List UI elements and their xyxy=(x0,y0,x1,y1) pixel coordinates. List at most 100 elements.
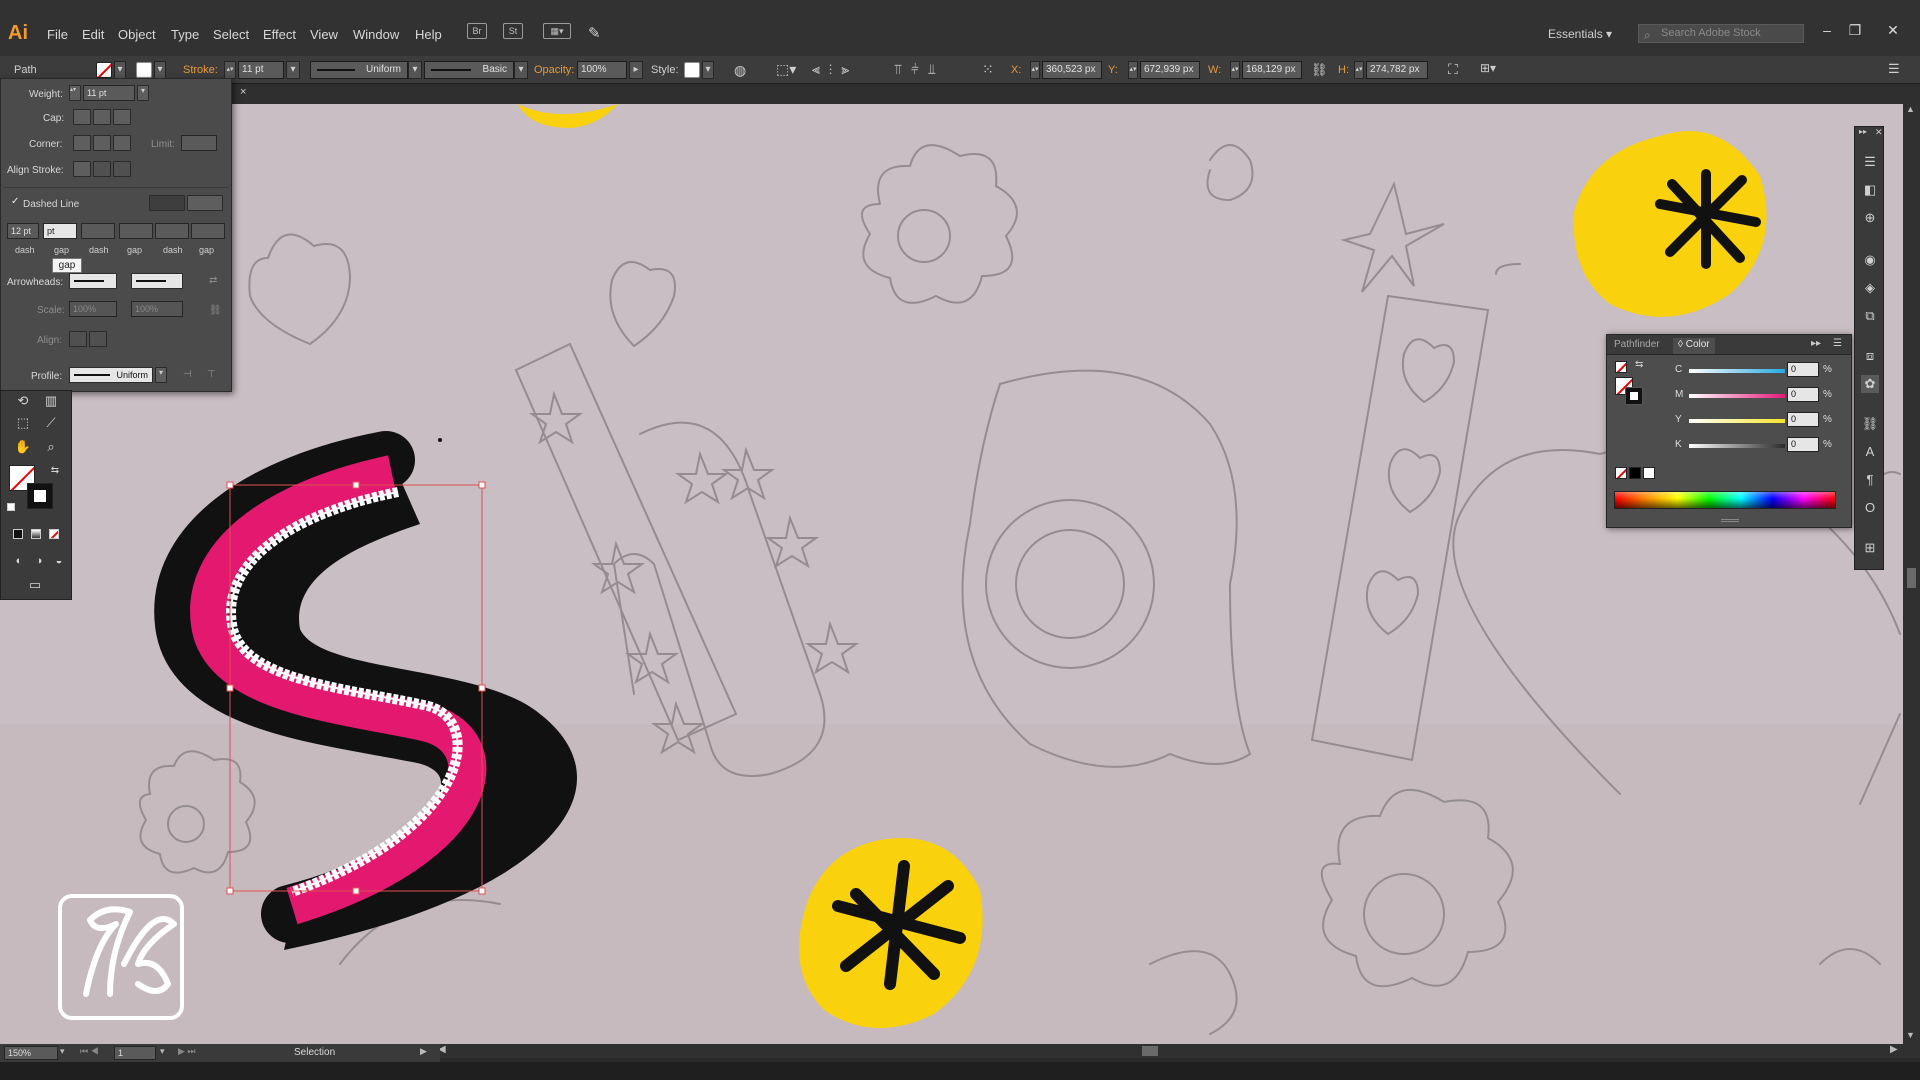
swap-colors-icon[interactable]: ⇆ xyxy=(1635,359,1643,370)
align-horizontal-icons[interactable]: ⫷⫶⫸ xyxy=(812,61,858,78)
zoom-tool-icon[interactable]: ⌕ xyxy=(41,437,61,457)
y-stepper[interactable]: ▴▾ xyxy=(1128,61,1138,79)
x-field[interactable]: 360,523 px xyxy=(1042,61,1102,79)
y-field[interactable]: 672,939 px xyxy=(1140,61,1200,79)
weight-stepper[interactable]: ▴▾ xyxy=(69,85,81,101)
arrange-documents-icon[interactable]: ▦▾ xyxy=(543,23,571,39)
dashed-line-checkbox[interactable]: ✓ xyxy=(11,197,21,207)
width-stepper[interactable]: ▴▾ xyxy=(1230,61,1240,79)
preserve-dash-button[interactable] xyxy=(149,195,185,211)
none-mode-icon[interactable] xyxy=(49,529,59,539)
fill-dropdown[interactable]: ▾ xyxy=(114,61,126,79)
draw-inside-icon[interactable]: ◒ xyxy=(49,551,69,571)
arrow-align-tip-button[interactable] xyxy=(69,331,87,347)
paragraph-icon[interactable]: ¶ xyxy=(1861,471,1879,489)
stroke-weight-stepper[interactable]: ▴▾ xyxy=(224,61,236,79)
zoom-dropdown[interactable]: ▾ xyxy=(60,1046,65,1057)
default-colors-icon[interactable] xyxy=(7,503,15,511)
stroke-weight-field[interactable]: 11 pt xyxy=(238,61,284,79)
color-spectrum-bar[interactable] xyxy=(1614,491,1836,509)
menu-object[interactable]: Object xyxy=(118,27,156,42)
bevel-join-button[interactable] xyxy=(113,135,131,151)
stroke-color-dropdown[interactable]: ▾ xyxy=(154,61,166,79)
miter-join-button[interactable] xyxy=(73,135,91,151)
align-dash-corners-button[interactable] xyxy=(187,195,223,211)
link-scale-icon[interactable]: ⛓ xyxy=(209,305,222,316)
horizontal-scrollbar[interactable]: ◀ ▶ xyxy=(430,1044,1920,1058)
layers-icon[interactable]: ◈ xyxy=(1861,279,1879,297)
character-icon[interactable]: A xyxy=(1861,443,1879,461)
gap-1-field[interactable]: pt xyxy=(43,223,77,239)
magenta-value[interactable]: 0 xyxy=(1787,387,1819,402)
align-to-icon[interactable]: ⬚▾ xyxy=(776,61,796,78)
arrow-align-end-button[interactable] xyxy=(89,331,107,347)
transform-reference-point-icon[interactable]: ⁙ xyxy=(982,61,994,78)
limit-field[interactable] xyxy=(181,135,217,151)
x-stepper[interactable]: ▴▾ xyxy=(1030,61,1040,79)
opacity-label[interactable]: Opacity: xyxy=(534,64,574,76)
horizontal-scroll-thumb[interactable] xyxy=(1142,1046,1158,1056)
menu-help[interactable]: Help xyxy=(415,27,442,42)
height-field[interactable]: 274,782 px xyxy=(1366,61,1428,79)
next-artboard-icon[interactable]: ▶ ⏭ xyxy=(178,1046,196,1057)
close-window-button[interactable]: ✕ xyxy=(1880,20,1906,40)
properties-icon[interactable]: ☰ xyxy=(1861,153,1879,171)
end-arrowhead-select[interactable] xyxy=(131,273,183,289)
color-panel-menu-icon[interactable]: ☰ xyxy=(1833,338,1842,349)
stroke-weight-dropdown[interactable]: ▾ xyxy=(286,61,300,79)
start-scale-field[interactable]: 100% xyxy=(69,301,117,317)
round-cap-button[interactable] xyxy=(93,109,111,125)
flip-across-icon[interactable]: ⊤ xyxy=(207,369,216,380)
collapse-panel-icon[interactable]: ▸▸ xyxy=(1811,338,1821,349)
links-icon[interactable]: ⛓ xyxy=(1861,415,1879,433)
draw-behind-icon[interactable]: ◑ xyxy=(29,551,49,571)
status-menu-icon[interactable]: ▶ xyxy=(420,1046,427,1057)
graphic-style-swatch[interactable] xyxy=(684,62,700,78)
brush-definition[interactable]: Basic xyxy=(424,61,514,79)
artboard-dropdown[interactable]: ▾ xyxy=(160,1046,165,1057)
minimize-button[interactable]: – xyxy=(1814,20,1840,40)
opacity-dropdown[interactable]: ▸ xyxy=(629,61,643,79)
hand-tool-icon[interactable]: ✋ xyxy=(13,437,33,457)
gpu-performance-icon[interactable]: ✎ xyxy=(588,24,601,42)
width-field[interactable]: 168,129 px xyxy=(1242,61,1302,79)
menu-select[interactable]: Select xyxy=(213,27,249,42)
slice-tool-icon[interactable]: ⟋ xyxy=(41,413,61,433)
color-mode-icon[interactable] xyxy=(13,529,23,539)
isolate-object-icon[interactable]: ⛶ xyxy=(1448,61,1458,78)
align-vertical-icons[interactable]: ⫪⫩⫫ xyxy=(894,61,945,78)
cyan-slider[interactable] xyxy=(1689,369,1785,373)
restore-button[interactable]: ❐ xyxy=(1842,20,1868,40)
profile-dropdown[interactable]: ▾ xyxy=(155,367,167,383)
draw-normal-icon[interactable]: ◐ xyxy=(9,551,29,571)
menu-edit[interactable]: Edit xyxy=(82,27,104,42)
gap-3-field[interactable] xyxy=(191,223,225,239)
fill-none-mini[interactable] xyxy=(1615,361,1627,373)
recolor-artwork-icon[interactable]: ◍ xyxy=(734,62,746,79)
brush-dropdown[interactable]: ▾ xyxy=(514,61,528,79)
control-bar-menu-icon[interactable]: ☰ xyxy=(1888,61,1900,77)
workspace-switcher[interactable]: Essentials ▾ xyxy=(1548,27,1612,41)
artboards-icon[interactable]: ⧉ xyxy=(1861,307,1879,325)
menu-window[interactable]: Window xyxy=(353,27,399,42)
scroll-right-icon[interactable]: ▶ xyxy=(1890,1044,1898,1055)
round-join-button[interactable] xyxy=(93,135,111,151)
white-swatch[interactable] xyxy=(1643,467,1655,479)
scroll-down-icon[interactable]: ▼ xyxy=(1906,1030,1915,1040)
graph-tool-icon[interactable]: ▥ xyxy=(41,391,61,411)
yellow-slider[interactable] xyxy=(1689,419,1785,423)
opentype-icon[interactable]: O xyxy=(1861,499,1879,517)
color-panel-icon[interactable]: ✿ xyxy=(1861,375,1879,393)
cyan-value[interactable]: 0 xyxy=(1787,362,1819,377)
butt-cap-button[interactable] xyxy=(73,109,91,125)
gap-2-field[interactable] xyxy=(119,223,153,239)
opacity-field[interactable]: 100% xyxy=(577,61,627,79)
vertical-scrollbar[interactable]: ▲ ▼ xyxy=(1903,104,1920,1044)
dock-expand-icon[interactable]: ▸▸ xyxy=(1859,127,1867,136)
projecting-cap-button[interactable] xyxy=(113,109,131,125)
appearance-icon[interactable]: ◉ xyxy=(1861,251,1879,269)
swap-arrowheads-icon[interactable]: ⇄ xyxy=(209,275,217,286)
artboard-number-field[interactable]: 1 xyxy=(114,1046,156,1060)
swatches-icon[interactable]: ⊕ xyxy=(1861,209,1879,227)
search-stock-input[interactable]: ⌕ Search Adobe Stock xyxy=(1638,24,1804,43)
